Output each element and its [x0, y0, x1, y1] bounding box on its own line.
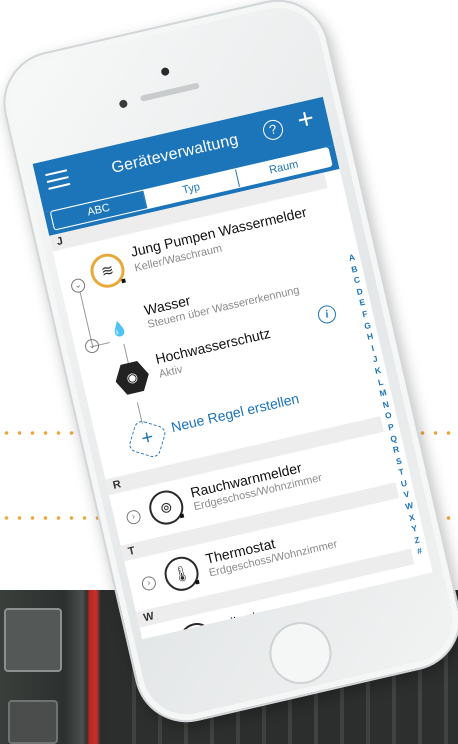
chevron-down-icon[interactable]: ⌄ [69, 277, 87, 295]
chevron-right-icon[interactable]: › [140, 574, 158, 592]
earpiece-speaker [140, 82, 200, 102]
new-rule-link[interactable]: Neue Regel erstellen [170, 390, 301, 435]
alphabet-index-letter[interactable]: # [416, 546, 423, 558]
plus-icon[interactable]: + [294, 102, 317, 136]
question-circle-icon[interactable]: ? [261, 117, 286, 142]
alphabet-index-letter[interactable]: I [370, 343, 375, 355]
water-drop-icon: 💧 [108, 318, 130, 339]
chevron-down-icon[interactable]: ⌄ [83, 337, 101, 355]
add-rule-icon: + [127, 419, 168, 460]
rule-subtitle: Aktiv [157, 363, 184, 381]
chevron-right-icon[interactable]: › [125, 508, 142, 526]
rule-title: Hochwasserschutz [153, 324, 272, 367]
hamburger-menu-icon[interactable] [45, 169, 71, 190]
background-switch-panel [4, 608, 62, 672]
background-switch-panel-lower [8, 700, 58, 744]
alphabet-index-letter[interactable]: H [366, 331, 375, 344]
app-screen: Geräteverwaltung ? + ABC Typ Raum J ⌄ ≋ … [32, 96, 433, 640]
rule-hexagon-icon: ◉ [112, 357, 153, 398]
smoke-detector-icon: ⊚ [145, 487, 187, 528]
proximity-sensor [118, 99, 129, 109]
lock-icon: ■ [178, 510, 186, 521]
front-camera [160, 66, 170, 77]
lock-icon: ■ [120, 275, 127, 286]
device-list: J ⌄ ≋ ■ Jung Pumpen Wassermelder Keller/… [49, 169, 432, 640]
lock-icon: ■ [193, 577, 201, 587]
device-title: wibutler [219, 606, 270, 634]
info-icon[interactable]: i [316, 303, 338, 326]
home-button[interactable] [263, 615, 338, 691]
thermometer-icon: 🌡 [161, 553, 202, 595]
wibutler-hub-icon: ⊖ [176, 619, 218, 640]
